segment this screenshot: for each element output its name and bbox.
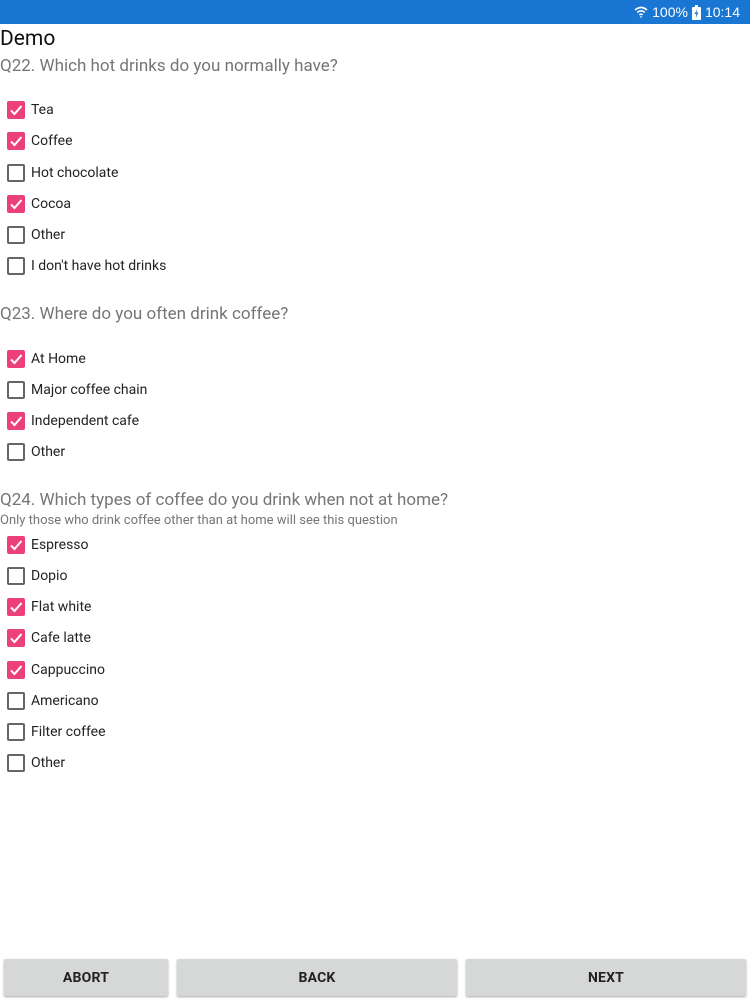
option-label: Dopio bbox=[31, 568, 68, 584]
option-label: Other bbox=[31, 227, 66, 243]
option-label: Cafe latte bbox=[31, 630, 91, 646]
checkbox[interactable] bbox=[7, 661, 25, 679]
option-label: Americano bbox=[31, 693, 99, 709]
option-label: Hot chocolate bbox=[31, 165, 119, 181]
checkbox[interactable] bbox=[7, 443, 25, 461]
checkbox[interactable] bbox=[7, 412, 25, 430]
option-label: Other bbox=[31, 444, 66, 460]
battery-percent: 100% bbox=[652, 4, 688, 20]
checkbox[interactable] bbox=[7, 754, 25, 772]
option-other-q24[interactable]: Other bbox=[7, 753, 65, 773]
option-dopio[interactable]: Dopio bbox=[7, 566, 67, 586]
option-no-hot-drinks[interactable]: I don't have hot drinks bbox=[7, 256, 166, 276]
option-label: Flat white bbox=[31, 599, 92, 615]
page-title: Demo bbox=[0, 27, 56, 51]
option-label: Espresso bbox=[31, 537, 89, 553]
option-cappuccino[interactable]: Cappuccino bbox=[7, 660, 105, 680]
checkbox[interactable] bbox=[7, 381, 25, 399]
checkbox[interactable] bbox=[7, 195, 25, 213]
checkbox[interactable] bbox=[7, 692, 25, 710]
next-button[interactable]: NEXT bbox=[466, 959, 746, 996]
option-label: Cappuccino bbox=[31, 662, 105, 678]
option-label: Other bbox=[31, 755, 66, 771]
question-note-q24: Only those who drink coffee other than a… bbox=[0, 513, 398, 528]
option-at-home[interactable]: At Home bbox=[7, 349, 86, 369]
option-other-q23[interactable]: Other bbox=[7, 442, 65, 462]
checkbox[interactable] bbox=[7, 350, 25, 368]
option-coffee[interactable]: Coffee bbox=[7, 131, 73, 151]
option-americano[interactable]: Americano bbox=[7, 691, 99, 711]
option-independent-cafe[interactable]: Independent cafe bbox=[7, 411, 139, 431]
option-label: Major coffee chain bbox=[31, 382, 148, 398]
option-major-coffee-chain[interactable]: Major coffee chain bbox=[7, 380, 147, 400]
option-label: At Home bbox=[31, 351, 86, 367]
checkbox[interactable] bbox=[7, 723, 25, 741]
checkbox[interactable] bbox=[7, 629, 25, 647]
checkbox[interactable] bbox=[7, 257, 25, 275]
option-tea[interactable]: Tea bbox=[7, 100, 54, 120]
option-label: I don't have hot drinks bbox=[31, 258, 167, 274]
option-cocoa[interactable]: Cocoa bbox=[7, 194, 71, 214]
checkbox[interactable] bbox=[7, 226, 25, 244]
option-flat-white[interactable]: Flat white bbox=[7, 597, 91, 617]
question-title-q24: Q24. Which types of coffee do you drink … bbox=[0, 490, 449, 510]
wifi-icon bbox=[634, 5, 648, 19]
option-cafe-latte[interactable]: Cafe latte bbox=[7, 628, 91, 648]
option-label: Independent cafe bbox=[31, 413, 140, 429]
clock: 10:14 bbox=[704, 4, 740, 20]
abort-button[interactable]: ABORT bbox=[4, 959, 168, 996]
battery-icon bbox=[691, 4, 701, 20]
option-label: Filter coffee bbox=[31, 724, 106, 740]
option-filter-coffee[interactable]: Filter coffee bbox=[7, 722, 106, 742]
question-title-q22: Q22. Which hot drinks do you normally ha… bbox=[0, 56, 338, 76]
question-title-q23: Q23. Where do you often drink coffee? bbox=[0, 304, 289, 324]
checkbox[interactable] bbox=[7, 598, 25, 616]
option-label: Cocoa bbox=[31, 196, 72, 212]
status-indicators: 100% 10:14 bbox=[634, 2, 740, 22]
option-label: Tea bbox=[31, 102, 54, 118]
option-other-q22[interactable]: Other bbox=[7, 225, 65, 245]
checkbox[interactable] bbox=[7, 164, 25, 182]
status-bar: 100% 10:14 bbox=[0, 0, 750, 24]
back-button[interactable]: BACK bbox=[177, 959, 457, 996]
option-label: Coffee bbox=[31, 133, 73, 149]
checkbox[interactable] bbox=[7, 101, 25, 119]
option-espresso[interactable]: Espresso bbox=[7, 535, 89, 555]
checkbox[interactable] bbox=[7, 536, 25, 554]
option-hot-chocolate[interactable]: Hot chocolate bbox=[7, 163, 118, 183]
checkbox[interactable] bbox=[7, 132, 25, 150]
checkbox[interactable] bbox=[7, 567, 25, 585]
